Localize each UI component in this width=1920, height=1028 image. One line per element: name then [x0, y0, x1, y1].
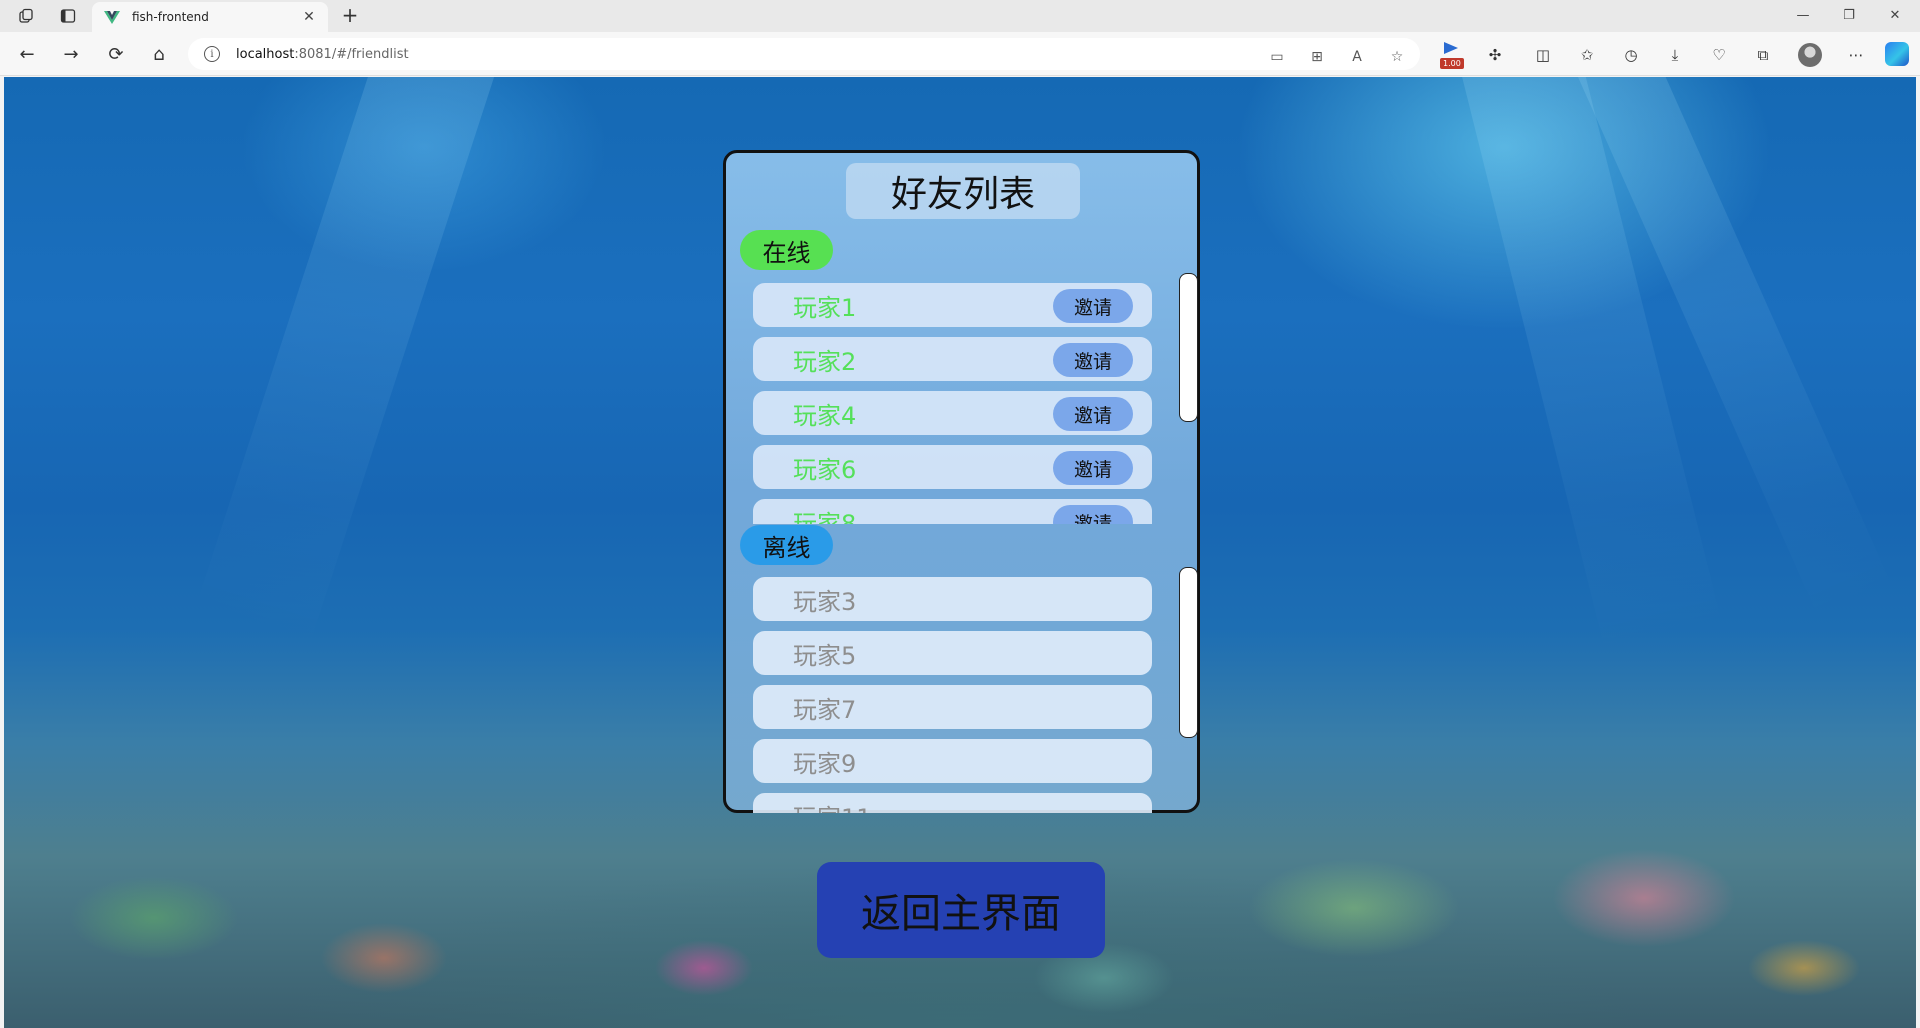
friend-list-panel: 好友列表 在线 玩家1 邀请 玩家2 邀请 玩家4 邀请 玩家6 邀请 玩家8 …	[723, 150, 1200, 813]
tab-fish-frontend[interactable]: fish-frontend ✕	[92, 2, 328, 32]
new-tab-button[interactable]: +	[338, 4, 362, 28]
read-aloud-icon[interactable]: A	[1348, 48, 1366, 66]
screenshot-icon[interactable]: ⧉	[1752, 44, 1774, 66]
offline-list-scrollbar[interactable]	[1179, 567, 1198, 738]
invite-button[interactable]: 邀请	[1053, 397, 1133, 431]
profile-avatar[interactable]	[1798, 43, 1822, 67]
invite-button[interactable]: 邀请	[1053, 451, 1133, 485]
tab-title: fish-frontend	[132, 10, 209, 24]
list-item: 玩家6 邀请	[753, 445, 1152, 489]
player-name: 玩家4	[793, 401, 857, 430]
player-name: 玩家7	[793, 695, 857, 724]
history-icon[interactable]: ◷	[1620, 44, 1642, 66]
favorite-star-icon[interactable]: ☆	[1388, 48, 1406, 66]
device-icon[interactable]: ▭	[1268, 48, 1286, 66]
downloads-icon[interactable]: ⤓	[1664, 44, 1686, 66]
close-window-button[interactable]: ✕	[1872, 4, 1918, 28]
site-info-icon[interactable]: i	[204, 46, 220, 62]
invite-button[interactable]: 邀请	[1053, 289, 1133, 323]
invite-button[interactable]: 邀请	[1053, 343, 1133, 377]
tab-strip: fish-frontend ✕ + — ❐ ✕	[0, 0, 1920, 32]
offline-section-label: 离线	[740, 525, 833, 565]
vue-logo-icon	[104, 11, 120, 24]
tab-actions-icon[interactable]	[58, 6, 78, 26]
list-item: 玩家1 邀请	[753, 283, 1152, 327]
close-tab-icon[interactable]: ✕	[300, 9, 318, 25]
player-name: 玩家8	[793, 509, 857, 525]
page-viewport: 好友列表 在线 玩家1 邀请 玩家2 邀请 玩家4 邀请 玩家6 邀请 玩家8 …	[4, 77, 1916, 1028]
list-item: 玩家3	[753, 577, 1152, 621]
extensions-puzzle-icon[interactable]: ✣	[1484, 44, 1506, 66]
refresh-icon[interactable]: ⟳	[103, 41, 129, 67]
list-item: 玩家11	[753, 793, 1152, 813]
page-title: 好友列表	[846, 163, 1080, 219]
player-name: 玩家9	[793, 749, 857, 778]
invite-button[interactable]: 邀请	[1053, 505, 1133, 524]
list-item: 玩家7	[753, 685, 1152, 729]
restore-window-button[interactable]: ❐	[1826, 4, 1872, 28]
light-ray	[195, 77, 502, 646]
more-options-icon[interactable]: ⋯	[1845, 44, 1867, 66]
copilot-icon[interactable]	[1885, 42, 1909, 66]
workspaces-icon[interactable]	[16, 6, 36, 26]
forward-arrow-icon[interactable]: →	[58, 41, 84, 67]
player-name: 玩家11	[793, 798, 872, 814]
offline-friend-list[interactable]: 玩家3 玩家5 玩家7 玩家9 玩家11	[753, 577, 1153, 813]
list-item: 玩家8 邀请	[753, 499, 1152, 524]
url-path: :8081/#/friendlist	[294, 46, 409, 62]
minimize-window-button[interactable]: —	[1780, 4, 1826, 28]
home-icon[interactable]: ⌂	[146, 41, 172, 67]
url-host: localhost	[236, 46, 295, 62]
return-main-menu-button[interactable]: 返回主界面	[817, 862, 1105, 958]
online-friend-list[interactable]: 玩家1 邀请 玩家2 邀请 玩家4 邀请 玩家6 邀请 玩家8 邀请	[753, 283, 1153, 524]
player-name: 玩家6	[793, 455, 857, 484]
favorites-icon[interactable]: ✩	[1576, 44, 1598, 66]
split-screen-icon[interactable]: ◫	[1532, 44, 1554, 66]
browser-toolbar: ← → ⟳ ⌂ i localhost :8081/#/friendlist ▭…	[0, 32, 1920, 76]
browser-essentials-icon[interactable]: ♡	[1708, 44, 1730, 66]
player-name: 玩家2	[793, 347, 857, 376]
back-arrow-icon[interactable]: ←	[14, 41, 40, 67]
player-name: 玩家5	[793, 641, 857, 670]
app-available-icon[interactable]: ⊞	[1308, 48, 1326, 66]
list-item: 玩家9	[753, 739, 1152, 783]
extension-badge: 1.00	[1440, 58, 1464, 69]
address-bar[interactable]: i localhost :8081/#/friendlist ▭ ⊞ A ☆	[188, 38, 1420, 70]
list-item: 玩家2 邀请	[753, 337, 1152, 381]
player-name: 玩家1	[793, 293, 857, 322]
online-section-label: 在线	[740, 230, 833, 270]
online-list-scrollbar[interactable]	[1179, 273, 1198, 422]
list-item: 玩家4 邀请	[753, 391, 1152, 435]
list-item: 玩家5	[753, 631, 1152, 675]
player-name: 玩家3	[793, 587, 857, 616]
